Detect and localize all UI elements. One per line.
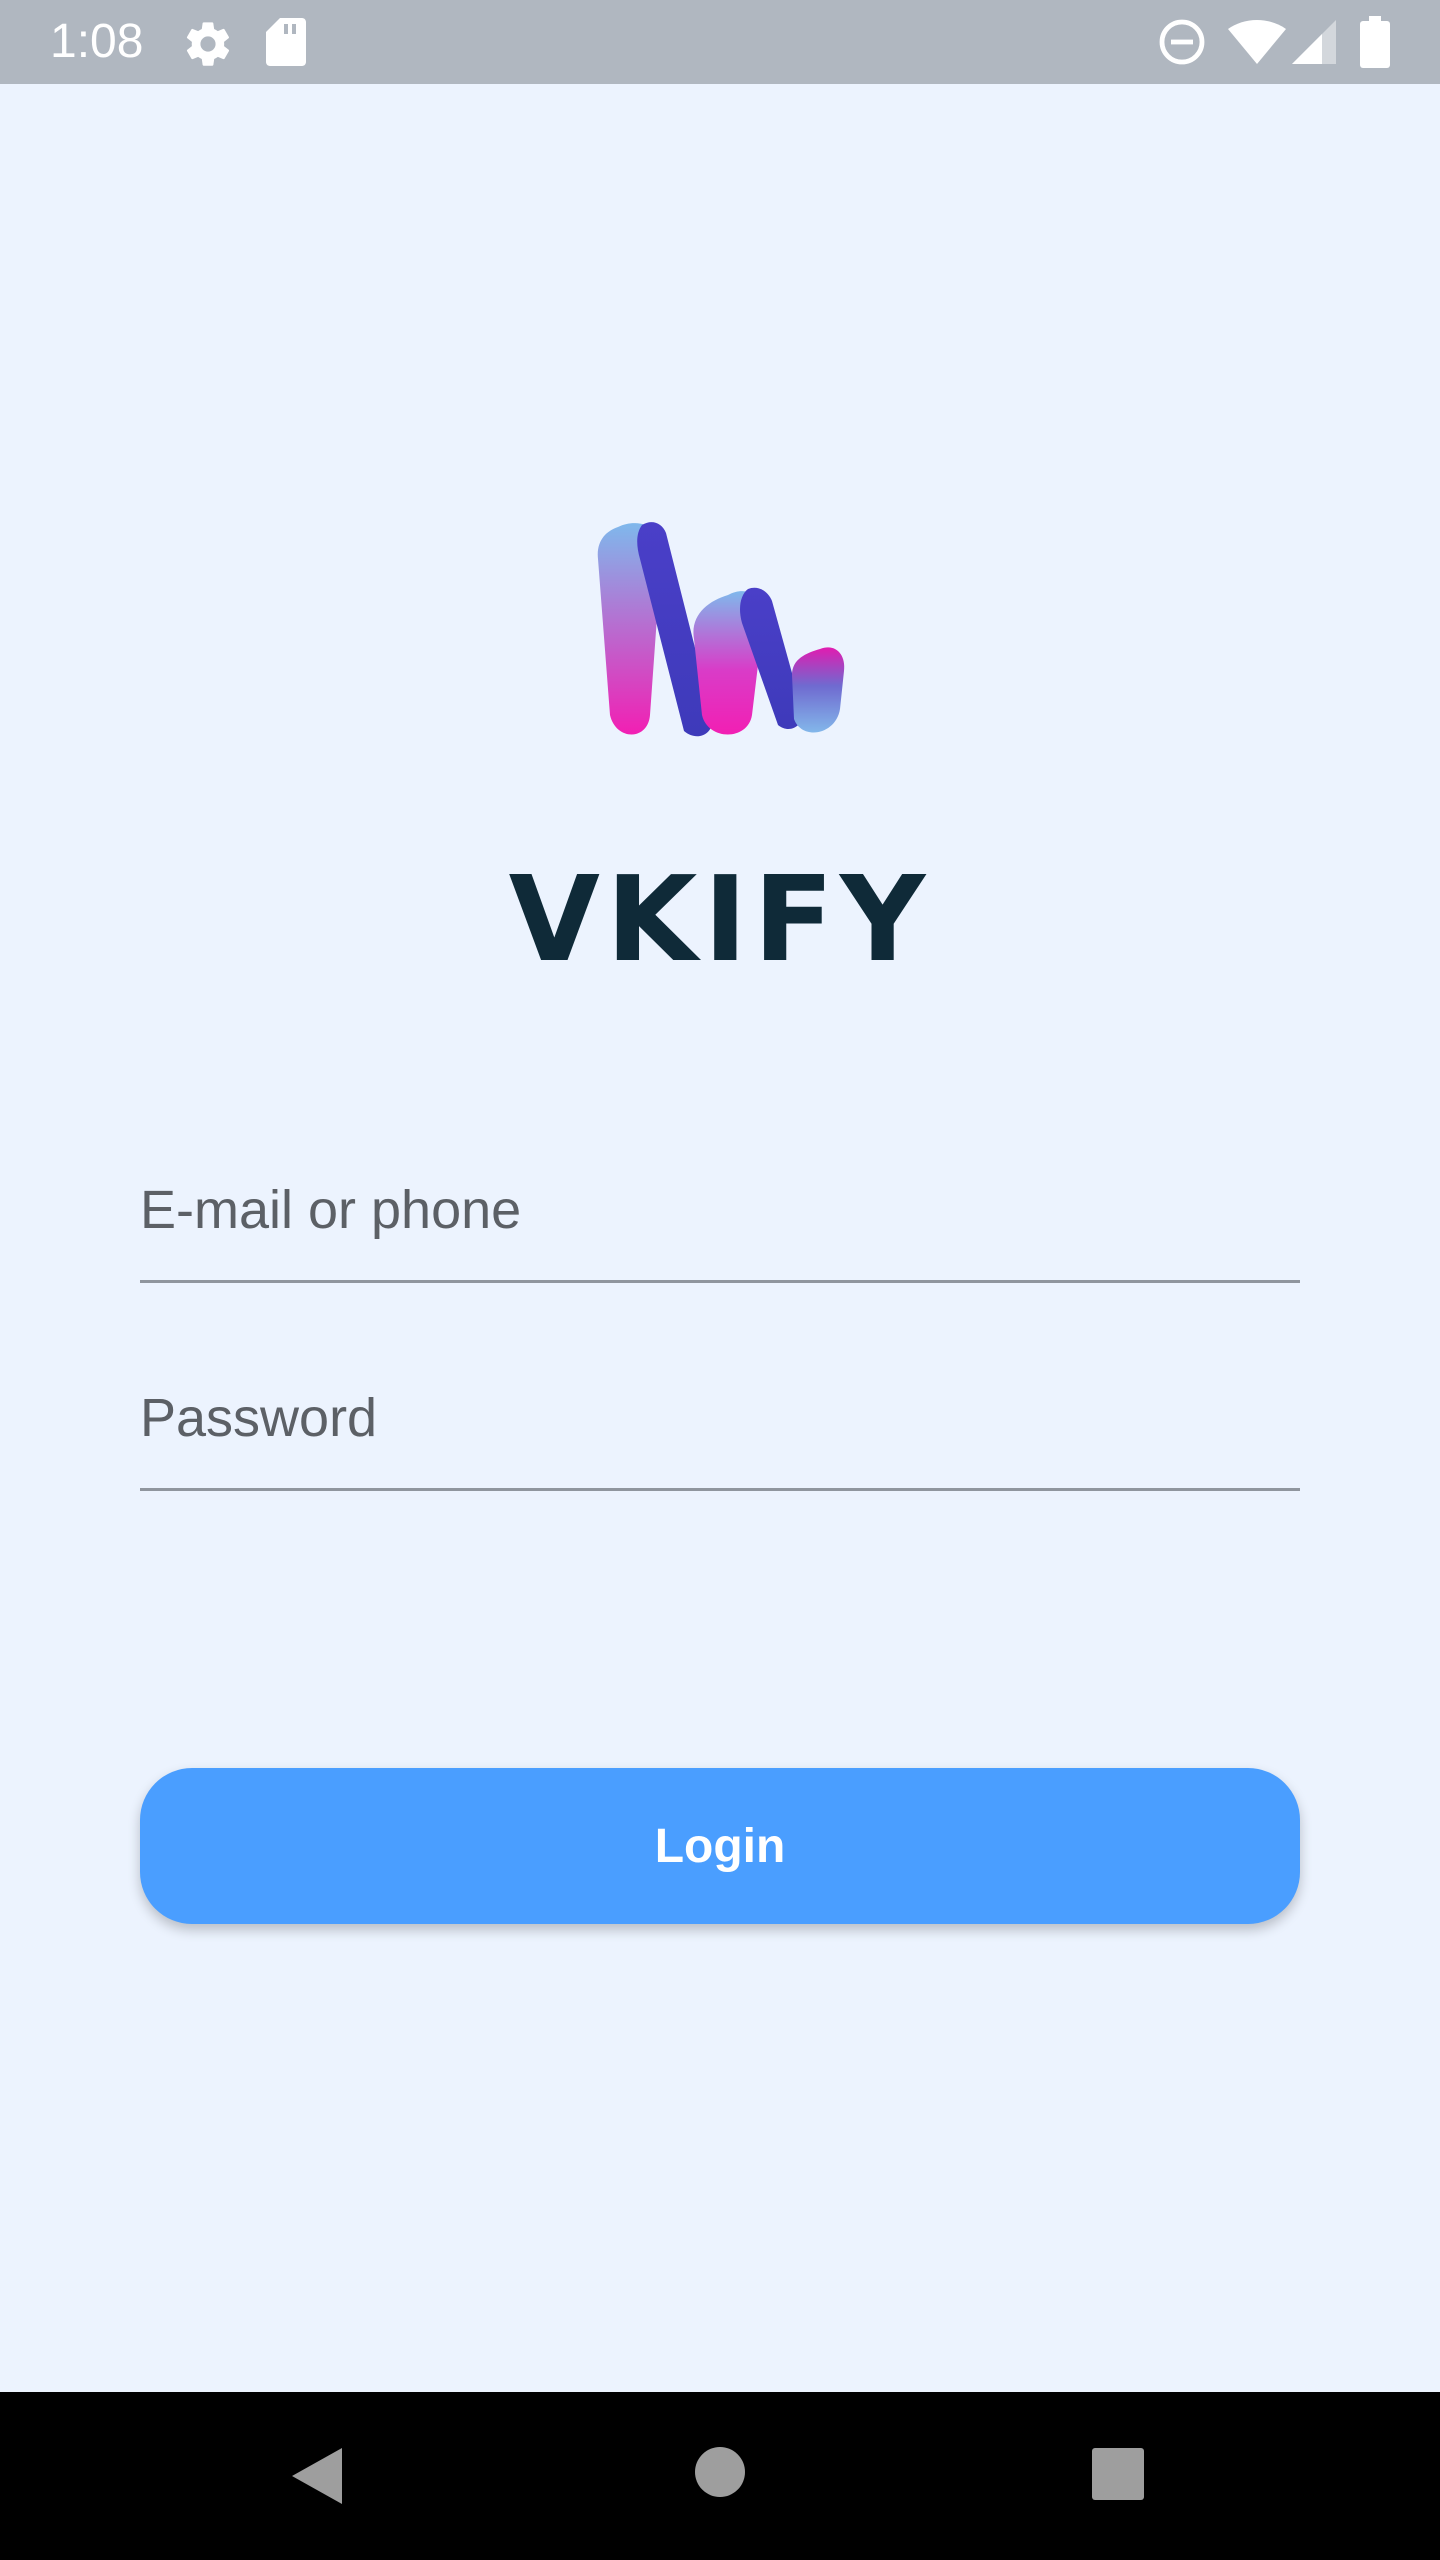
login-button[interactable]: Login: [140, 1768, 1300, 1924]
status-time: 1:08: [50, 15, 144, 68]
login-screen: VKIFY Login: [0, 84, 1440, 2392]
vkify-logo-icon: [597, 522, 845, 737]
home-icon[interactable]: [694, 2446, 746, 2498]
do-not-disturb-icon: [1159, 19, 1205, 65]
navigation-bar: [0, 2392, 1440, 2560]
battery-icon: [1360, 16, 1390, 68]
password-field[interactable]: [140, 1348, 1300, 1491]
status-bar: 1:08: [0, 0, 1440, 84]
sd-card-icon: [266, 18, 306, 66]
cell-signal-icon: [1292, 20, 1336, 64]
recents-icon[interactable]: [1092, 2448, 1144, 2500]
brand-name: VKIFY: [508, 850, 932, 988]
email-input[interactable]: [140, 1140, 1300, 1280]
password-input[interactable]: [140, 1348, 1300, 1488]
back-icon[interactable]: [290, 2446, 344, 2506]
wifi-icon: [1228, 20, 1286, 64]
gear-icon: [186, 22, 230, 66]
email-field[interactable]: [140, 1140, 1300, 1283]
